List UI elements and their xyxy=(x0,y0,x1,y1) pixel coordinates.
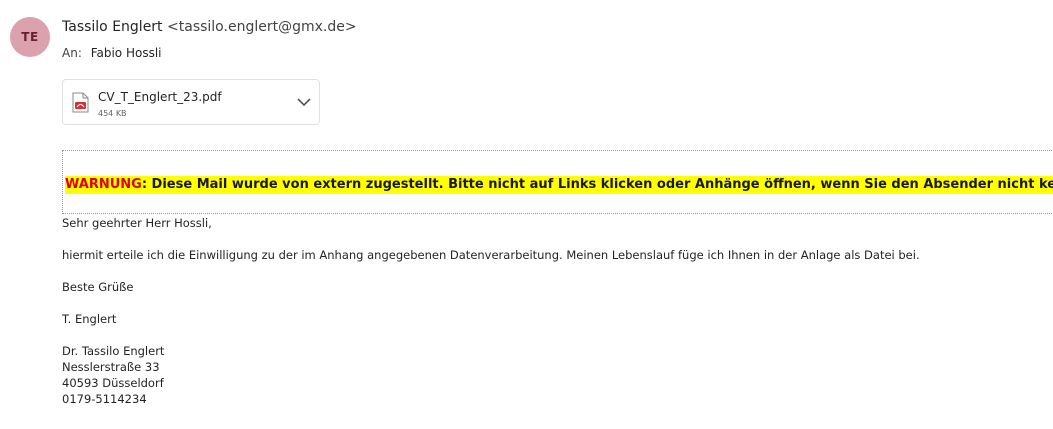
signature-phone[interactable]: 0179-5114234 xyxy=(62,391,164,407)
attachment-card[interactable]: CV_T_Englert_23.pdf 454 KB xyxy=(62,79,320,125)
sender-avatar[interactable]: TE xyxy=(10,17,50,57)
recipient-line: An: Fabio Hossli xyxy=(62,46,162,60)
pdf-file-icon xyxy=(72,92,89,113)
warning-message: : Diese Mail wurde von extern zugestellt… xyxy=(141,177,1053,192)
sender-email[interactable]: <tassilo.englert@gmx.de> xyxy=(167,19,357,35)
warning-text: WARNUNG: Diese Mail wurde von extern zug… xyxy=(65,176,1053,194)
body-paragraph: hiermit erteile ich die Einwilligung zu … xyxy=(62,248,920,262)
chevron-down-icon[interactable] xyxy=(297,97,311,107)
external-mail-warning: WARNUNG: Diese Mail wurde von extern zug… xyxy=(62,150,1053,214)
recipient-name[interactable]: Fabio Hossli xyxy=(91,46,162,60)
email-reading-pane: TE Tassilo Englert <tassilo.englert@gmx.… xyxy=(0,0,1053,429)
greeting: Sehr geehrter Herr Hossli, xyxy=(62,216,212,230)
signature-street: Nesslerstraße 33 xyxy=(62,360,160,374)
signature-block: Dr. Tassilo Englert Nesslerstraße 33 405… xyxy=(62,343,164,407)
to-label: An: xyxy=(62,46,82,60)
signature-name: Dr. Tassilo Englert xyxy=(62,344,165,358)
closing: Beste Grüße xyxy=(62,280,134,294)
short-name: T. Englert xyxy=(62,312,117,326)
sender-line: Tassilo Englert <tassilo.englert@gmx.de> xyxy=(62,19,357,35)
attachment-file-name: CV_T_Englert_23.pdf xyxy=(98,90,222,104)
attachment-file-size: 454 KB xyxy=(98,109,127,118)
sender-name[interactable]: Tassilo Englert xyxy=(62,19,163,35)
warning-label: WARNUNG xyxy=(65,177,142,192)
signature-city: 40593 Düsseldorf xyxy=(62,376,164,390)
